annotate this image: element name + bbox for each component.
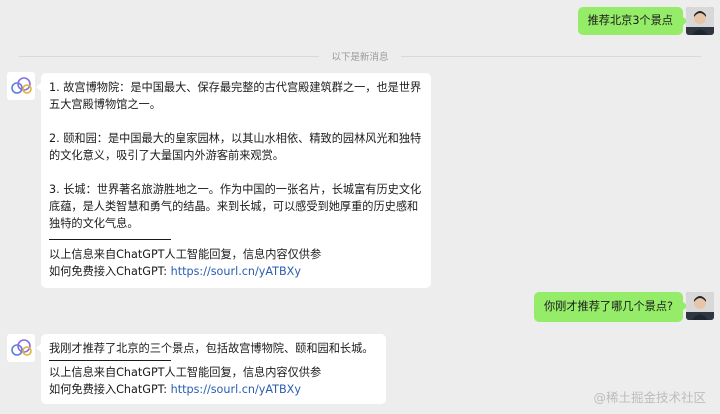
promo-link[interactable]: https://sourl.cn/yATBXy [171,383,301,396]
incoming-message[interactable]: 我刚才推荐了北京的三个景点，包括故宫博物院、颐和园和长城。 以上信息来自Chat… [36,334,386,404]
user-avatar[interactable] [686,292,714,320]
promo-link[interactable]: https://sourl.cn/yATBXy [171,265,301,278]
promo-line: 如何免费接入ChatGPT: https://sourl.cn/yATBXy [49,263,423,280]
bot-avatar[interactable] [7,334,35,362]
disclaimer-text: 以上信息来自ChatGPT人工智能回复，信息内容仅供参 [49,248,322,261]
separator-rule [49,239,171,240]
promo-text: 如何免费接入ChatGPT: [49,265,171,278]
divider-label: 以下是新消息 [331,52,389,63]
outgoing-message[interactable]: 推荐北京3个景点 [577,7,689,35]
watermark: @稀土掘金技术社区 [593,387,706,406]
new-messages-divider: 以下是新消息 [0,48,720,64]
message-paragraph: 1. 故宫博物院：是中国最大、保存最完整的古代宫殿建筑群之一，也是世界五大宫殿博… [49,81,422,111]
divider-line [19,55,320,57]
promo-line: 如何免费接入ChatGPT: https://sourl.cn/yATBXy [49,381,378,398]
separator-rule [49,360,171,361]
watermark-text: @稀土掘金技术社区 [593,390,706,405]
incoming-message[interactable]: 1. 故宫博物院：是中国最大、保存最完整的古代宫殿建筑群之一，也是世界五大宫殿博… [36,73,431,288]
user-photo-icon [686,7,714,35]
cloud-logo-icon [11,339,32,356]
chat-window: 推荐北京3个景点 以下是新消息 1. 故宫博物院：是中国最大、保存最完整的古代宫… [0,0,720,414]
bot-avatar[interactable] [7,72,35,100]
message-paragraph: 3. 长城：世界著名旅游胜地之一。作为中国的一张名片，长城富有历史文化底蕴，是人… [49,183,422,230]
disclaimer-text: 以上信息来自ChatGPT人工智能回复，信息内容仅供参 [49,366,322,379]
message-paragraph: 2. 颐和园：是中国最大的皇家园林，以其山水相依、精致的园林风光和独特的文化意义… [49,132,422,162]
user-avatar[interactable] [686,7,714,35]
user-photo-icon [686,292,714,320]
outgoing-message[interactable]: 你刚才推荐了哪几个景点? [533,292,689,322]
promo-text: 如何免费接入ChatGPT: [49,383,171,396]
message-text: 你刚才推荐了哪几个景点? [543,300,673,313]
message-text: 推荐北京3个景点 [587,14,673,27]
message-paragraph: 我刚才推荐了北京的三个景点，包括故宫博物院、颐和园和长城。 [49,342,374,355]
divider-line [400,55,701,57]
cloud-logo-icon [11,77,32,94]
